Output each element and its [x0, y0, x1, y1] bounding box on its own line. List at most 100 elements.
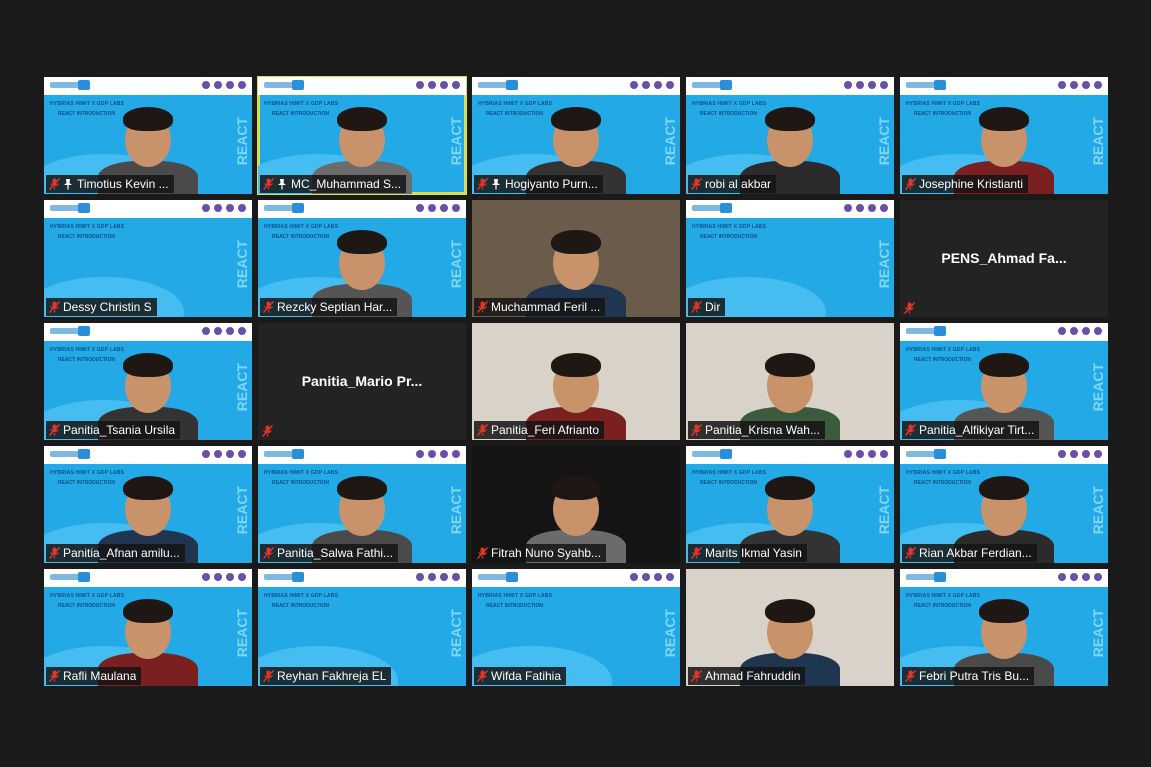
slide-vertical-text: REACT	[234, 240, 250, 289]
slide-header-bar	[900, 323, 1108, 341]
microphone-muted-icon	[905, 178, 916, 190]
microphone-muted-icon	[903, 301, 916, 314]
slide-title: HYBRIAS HIMIT X GDP LABS	[264, 593, 339, 599]
slide-vertical-text: REACT	[1090, 609, 1106, 658]
slide-vertical-text: REACT	[662, 117, 678, 166]
slide-vertical-text: REACT	[234, 486, 250, 535]
participant-name: Febri Putra Tris Bu...	[919, 669, 1030, 683]
participant-name: Reyhan Fakhreja EL	[277, 669, 387, 683]
participant-tile[interactable]: Fitrah Nuno Syahb...	[472, 446, 680, 563]
participant-name-label: robi al akbar	[688, 175, 777, 193]
microphone-muted-icon	[261, 424, 274, 437]
microphone-muted-icon	[691, 301, 702, 313]
slide-vertical-text: REACT	[662, 609, 678, 658]
microphone-muted-icon	[263, 670, 274, 682]
microphone-muted-icon	[477, 547, 488, 559]
participant-tile[interactable]: HYBRIAS HIMIT X GDP LABS REACT INTRODUCTI…	[900, 446, 1108, 563]
participant-tile[interactable]: HYBRIAS HIMIT X GDP LABS REACT INTRODUCTI…	[686, 200, 894, 317]
participant-tile[interactable]: HYBRIAS HIMIT X GDP LABS REACT INTRODUCTI…	[686, 77, 894, 194]
slide-header-bar	[44, 569, 252, 587]
slide-vertical-text: REACT	[876, 486, 892, 535]
participant-name-label: Panitia_Alfikiyar Tirt...	[902, 421, 1040, 439]
slide-vertical-text: REACT	[1090, 486, 1106, 535]
slide-vertical-text: REACT	[1090, 363, 1106, 412]
participant-name: Panitia_Salwa Fathi...	[277, 546, 394, 560]
participant-tile[interactable]: HYBRIAS HIMIT X GDP LABS REACT INTRODUCTI…	[258, 446, 466, 563]
participant-name-label: Febri Putra Tris Bu...	[902, 667, 1035, 685]
participant-tile[interactable]: HYBRIAS HIMIT X GDP LABS REACT INTRODUCTI…	[900, 77, 1108, 194]
participant-tile[interactable]: HYBRIAS HIMIT X GDP LABS REACT INTRODUCTI…	[900, 569, 1108, 686]
participant-display-name: PENS_Ahmad Fa...	[941, 250, 1067, 266]
participant-tile[interactable]: HYBRIAS HIMIT X GDP LABS REACT INTRODUCTI…	[44, 446, 252, 563]
slide-subtitle: REACT INTRODUCTION	[700, 234, 757, 240]
slide-title: HYBRIAS HIMIT X GDP LABS	[692, 224, 767, 230]
slide-header-bar	[44, 446, 252, 464]
participant-name: Panitia_Alfikiyar Tirt...	[919, 423, 1035, 437]
participant-tile[interactable]: HYBRIAS HIMIT X GDP LABS REACT INTRODUCTI…	[44, 323, 252, 440]
participant-name-label: Wifda Fatihia	[474, 667, 567, 685]
participant-name: Timotius Kevin ...	[77, 177, 169, 191]
participant-tile[interactable]: HYBRIAS HIMIT X GDP LABS REACT INTRODUCTI…	[257, 76, 467, 195]
slide-title: HYBRIAS HIMIT X GDP LABS	[50, 224, 125, 230]
participant-name: Marits Ikmal Yasin	[705, 546, 802, 560]
microphone-muted-icon	[905, 547, 916, 559]
participant-tile[interactable]: PENS_Ahmad Fa...	[900, 200, 1108, 317]
slide-vertical-text: REACT	[234, 117, 250, 166]
participant-name: Panitia_Afnan amilu...	[63, 546, 180, 560]
slide-subtitle: REACT INTRODUCTION	[272, 603, 329, 609]
participant-tile[interactable]: HYBRIAS HIMIT X GDP LABS REACT INTRODUCTI…	[472, 569, 680, 686]
participant-name-label: Timotius Kevin ...	[46, 175, 174, 193]
pin-icon	[63, 178, 73, 190]
participant-tile[interactable]: Panitia_Feri Afrianto	[472, 323, 680, 440]
participant-tile[interactable]: HYBRIAS HIMIT X GDP LABS REACT INTRODUCTI…	[258, 200, 466, 317]
participant-tile[interactable]: Muchammad Feril ...	[472, 200, 680, 317]
participant-tile[interactable]: Ahmad Fahruddin	[686, 569, 894, 686]
microphone-muted-icon	[691, 424, 702, 436]
participant-name: Rezcky Septian Har...	[277, 300, 393, 314]
microphone-muted-icon	[263, 547, 274, 559]
microphone-muted-icon	[49, 178, 60, 190]
slide-subtitle: REACT INTRODUCTION	[58, 234, 115, 240]
microphone-muted-icon	[263, 301, 274, 313]
microphone-muted-icon	[691, 547, 702, 559]
participant-name: Panitia_Feri Afrianto	[491, 423, 600, 437]
microphone-muted-icon	[691, 178, 702, 190]
microphone-muted-icon	[49, 670, 60, 682]
slide-header-bar	[686, 200, 894, 218]
slide-header-bar	[258, 446, 466, 464]
participant-tile[interactable]: HYBRIAS HIMIT X GDP LABS REACT INTRODUCTI…	[44, 200, 252, 317]
participant-tile[interactable]: HYBRIAS HIMIT X GDP LABS REACT INTRODUCTI…	[900, 323, 1108, 440]
participant-tile[interactable]: HYBRIAS HIMIT X GDP LABS REACT INTRODUCTI…	[686, 446, 894, 563]
slide-vertical-text: REACT	[448, 240, 464, 289]
participant-tile[interactable]: HYBRIAS HIMIT X GDP LABS REACT INTRODUCTI…	[44, 77, 252, 194]
participant-name: robi al akbar	[705, 177, 772, 191]
participant-name-label: Reyhan Fakhreja EL	[260, 667, 392, 685]
participant-name: MC_Muhammad S...	[291, 177, 402, 191]
participant-name: Fitrah Nuno Syahb...	[491, 546, 602, 560]
participant-name-label: Panitia_Tsania Ursila	[46, 421, 181, 439]
slide-vertical-text: REACT	[234, 363, 250, 412]
participant-tile[interactable]: HYBRIAS HIMIT X GDP LABS REACT INTRODUCTI…	[472, 77, 680, 194]
participant-tile[interactable]: HYBRIAS HIMIT X GDP LABS REACT INTRODUCTI…	[44, 569, 252, 686]
participant-tile[interactable]: HYBRIAS HIMIT X GDP LABS REACT INTRODUCTI…	[258, 569, 466, 686]
participant-name: Dessy Christin S	[63, 300, 152, 314]
slide-header-bar	[686, 446, 894, 464]
slide-header-bar	[258, 200, 466, 218]
participant-name: Wifda Fatihia	[491, 669, 562, 683]
participant-tile[interactable]: Panitia_Krisna Wah...	[686, 323, 894, 440]
gallery-grid: HYBRIAS HIMIT X GDP LABS REACT INTRODUCTI…	[44, 76, 1108, 686]
pin-icon	[277, 178, 287, 190]
slide-header-bar	[900, 77, 1108, 95]
microphone-muted-icon	[477, 301, 488, 313]
slide-vertical-text: REACT	[876, 240, 892, 289]
participant-name-label: Dir	[688, 298, 726, 316]
participant-name: Hogiyanto Purn...	[505, 177, 598, 191]
slide-header-bar	[44, 77, 252, 95]
participant-name-label: Rafli Maulana	[46, 667, 142, 685]
participant-name: Panitia_Krisna Wah...	[705, 423, 820, 437]
slide-header-bar	[44, 200, 252, 218]
microphone-muted-icon	[49, 547, 60, 559]
slide-vertical-text: REACT	[448, 486, 464, 535]
participant-tile[interactable]: Panitia_Mario Pr...	[258, 323, 466, 440]
participant-name-label: Ahmad Fahruddin	[688, 667, 806, 685]
